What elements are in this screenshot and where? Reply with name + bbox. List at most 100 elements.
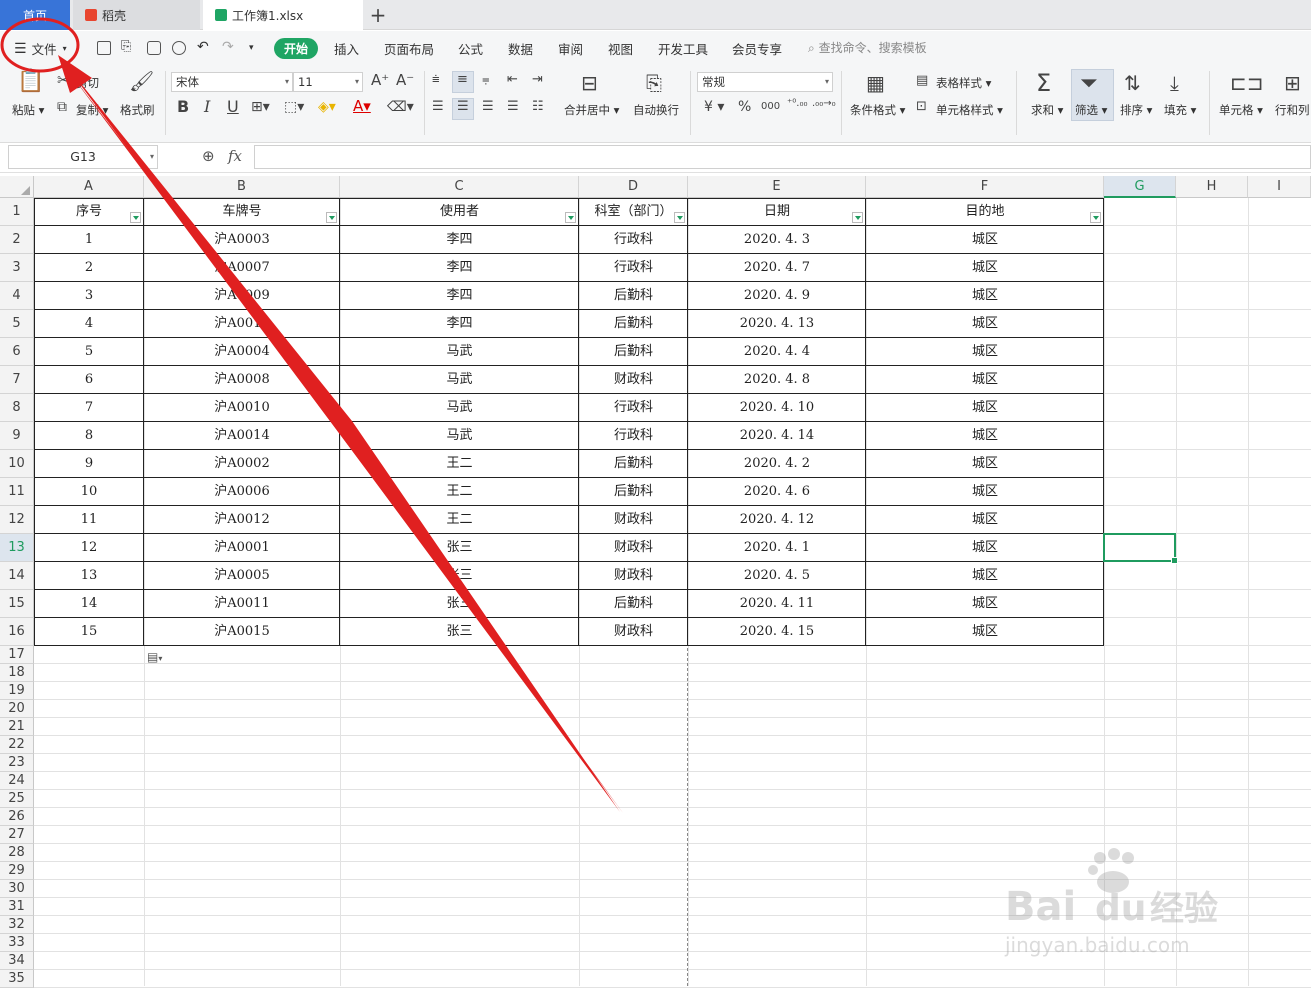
column-header-i[interactable]: I xyxy=(1248,176,1311,198)
table-cell[interactable]: 城区 xyxy=(866,450,1104,478)
font-color-icon[interactable]: A▾ xyxy=(353,99,371,114)
row-header[interactable]: 32 xyxy=(0,916,34,934)
highlight-color-icon[interactable]: ◈▾ xyxy=(318,100,336,114)
table-style-button[interactable]: 表格样式 ▾ xyxy=(936,75,991,91)
redo-icon[interactable]: ↷ xyxy=(222,39,234,55)
row-header[interactable]: 28 xyxy=(0,844,34,862)
table-cell[interactable]: 后勤科 xyxy=(579,282,688,310)
fill-button[interactable]: 填充 ▾ xyxy=(1164,102,1196,118)
conditional-format-icon[interactable]: ▦ xyxy=(866,73,885,93)
table-cell[interactable]: 沪A0015 xyxy=(144,618,340,646)
export-icon[interactable]: ⎘ xyxy=(121,39,131,54)
table-cell[interactable]: 张三 xyxy=(340,618,579,646)
row-header[interactable]: 3 xyxy=(0,254,34,282)
zoom-icon[interactable]: ⊕ xyxy=(202,147,215,165)
table-cell[interactable]: 沪A0008 xyxy=(144,366,340,394)
table-cell[interactable]: 城区 xyxy=(866,282,1104,310)
print-preview-icon[interactable] xyxy=(172,41,186,55)
table-cell[interactable]: 2020. 4. 13 xyxy=(688,310,866,338)
menu-formula[interactable]: 公式 xyxy=(458,39,483,58)
sum-button[interactable]: 求和 ▾ xyxy=(1031,102,1063,118)
table-cell[interactable]: 沪A0004 xyxy=(144,338,340,366)
decrease-font-icon[interactable]: A⁻ xyxy=(396,73,414,88)
table-cell[interactable]: 2020. 4. 14 xyxy=(688,422,866,450)
table-cell[interactable]: 9 xyxy=(34,450,144,478)
menu-member[interactable]: 会员专享 xyxy=(732,39,782,58)
print-icon[interactable] xyxy=(147,41,161,55)
row-header[interactable]: 9 xyxy=(0,422,34,450)
table-cell[interactable]: 城区 xyxy=(866,422,1104,450)
row-header[interactable]: 14 xyxy=(0,562,34,590)
column-header-f[interactable]: F xyxy=(866,176,1104,198)
row-header[interactable]: 18 xyxy=(0,664,34,682)
column-header-d[interactable]: D xyxy=(579,176,688,198)
table-cell[interactable]: 2020. 4. 15 xyxy=(688,618,866,646)
fill-icon[interactable]: ⤓ xyxy=(1170,73,1179,93)
table-cell[interactable]: 后勤科 xyxy=(579,310,688,338)
table-cell[interactable]: 6 xyxy=(34,366,144,394)
currency-button[interactable]: ¥ ▾ xyxy=(704,100,724,114)
row-col-icon[interactable]: ⊞ xyxy=(1284,73,1301,93)
table-cell[interactable]: 张三 xyxy=(340,562,579,590)
align-middle-icon[interactable]: ≡ xyxy=(457,73,468,86)
fx-button[interactable]: fx xyxy=(228,147,242,165)
cell-fill-icon[interactable]: ⬚▾ xyxy=(284,100,304,114)
table-cell[interactable]: 城区 xyxy=(866,310,1104,338)
table-cell[interactable]: 城区 xyxy=(866,338,1104,366)
row-header[interactable]: 31 xyxy=(0,898,34,916)
table-header-cell[interactable]: 科室（部门） xyxy=(579,198,688,226)
table-cell[interactable]: 沪A0013 xyxy=(144,310,340,338)
justify-icon[interactable]: ☰ xyxy=(507,100,519,113)
conditional-format-button[interactable]: 条件格式 ▾ xyxy=(850,102,905,118)
column-header-c[interactable]: C xyxy=(340,176,579,198)
table-cell[interactable]: 11 xyxy=(34,506,144,534)
increase-font-icon[interactable]: A⁺ xyxy=(371,73,389,88)
table-cell[interactable]: 城区 xyxy=(866,618,1104,646)
table-header-cell[interactable]: 目的地 xyxy=(866,198,1104,226)
row-header[interactable]: 13 xyxy=(0,534,34,562)
table-cell[interactable]: 行政科 xyxy=(579,394,688,422)
row-header[interactable]: 10 xyxy=(0,450,34,478)
table-cell[interactable]: 后勤科 xyxy=(579,478,688,506)
align-left-icon[interactable]: ☰ xyxy=(432,100,444,113)
row-header[interactable]: 19 xyxy=(0,682,34,700)
table-style-icon[interactable]: ▤ xyxy=(916,74,928,87)
filter-button[interactable]: 筛选 ▾ xyxy=(1075,102,1107,118)
row-header[interactable]: 6 xyxy=(0,338,34,366)
command-search[interactable]: ⌕ 查找命令、搜索模板 xyxy=(808,39,927,56)
table-cell[interactable]: 沪A0006 xyxy=(144,478,340,506)
table-cell[interactable]: 2020. 4. 2 xyxy=(688,450,866,478)
table-cell[interactable]: 沪A0012 xyxy=(144,506,340,534)
table-cell[interactable]: 2020. 4. 6 xyxy=(688,478,866,506)
table-cell[interactable]: 张三 xyxy=(340,534,579,562)
table-cell[interactable]: 1 xyxy=(34,226,144,254)
table-cell[interactable]: 李四 xyxy=(340,310,579,338)
paste-button[interactable]: 粘贴 ▾ xyxy=(12,102,44,118)
table-cell[interactable]: 城区 xyxy=(866,590,1104,618)
row-header[interactable]: 24 xyxy=(0,772,34,790)
cell-button[interactable]: 单元格 ▾ xyxy=(1219,102,1263,118)
table-cell[interactable]: 财政科 xyxy=(579,534,688,562)
percent-button[interactable]: % xyxy=(738,100,751,114)
sort-icon[interactable]: ⇅ xyxy=(1124,73,1141,93)
copy-button[interactable]: 复制 ▾ xyxy=(76,102,108,118)
row-header[interactable]: 5 xyxy=(0,310,34,338)
table-cell[interactable]: 城区 xyxy=(866,478,1104,506)
paste-icon[interactable]: 📋 xyxy=(17,71,44,93)
table-cell[interactable]: 2 xyxy=(34,254,144,282)
table-cell[interactable]: 2020. 4. 11 xyxy=(688,590,866,618)
table-cell[interactable]: 5 xyxy=(34,338,144,366)
thousands-button[interactable]: 000 xyxy=(761,102,780,112)
tab-docer[interactable]: 稻壳 xyxy=(73,0,200,30)
table-header-cell[interactable]: 序号 xyxy=(34,198,144,226)
table-cell[interactable]: 后勤科 xyxy=(579,450,688,478)
menu-start[interactable]: 开始 xyxy=(274,38,318,59)
table-cell[interactable]: 2020. 4. 4 xyxy=(688,338,866,366)
format-painter-icon[interactable]: 🖌 xyxy=(129,71,154,91)
menu-view[interactable]: 视图 xyxy=(608,39,633,58)
align-center-icon[interactable]: ☰ xyxy=(457,100,469,113)
filter-dropdown-button[interactable] xyxy=(326,212,337,223)
menu-developer[interactable]: 开发工具 xyxy=(658,39,708,58)
table-cell[interactable]: 7 xyxy=(34,394,144,422)
column-header-e[interactable]: E xyxy=(688,176,866,198)
